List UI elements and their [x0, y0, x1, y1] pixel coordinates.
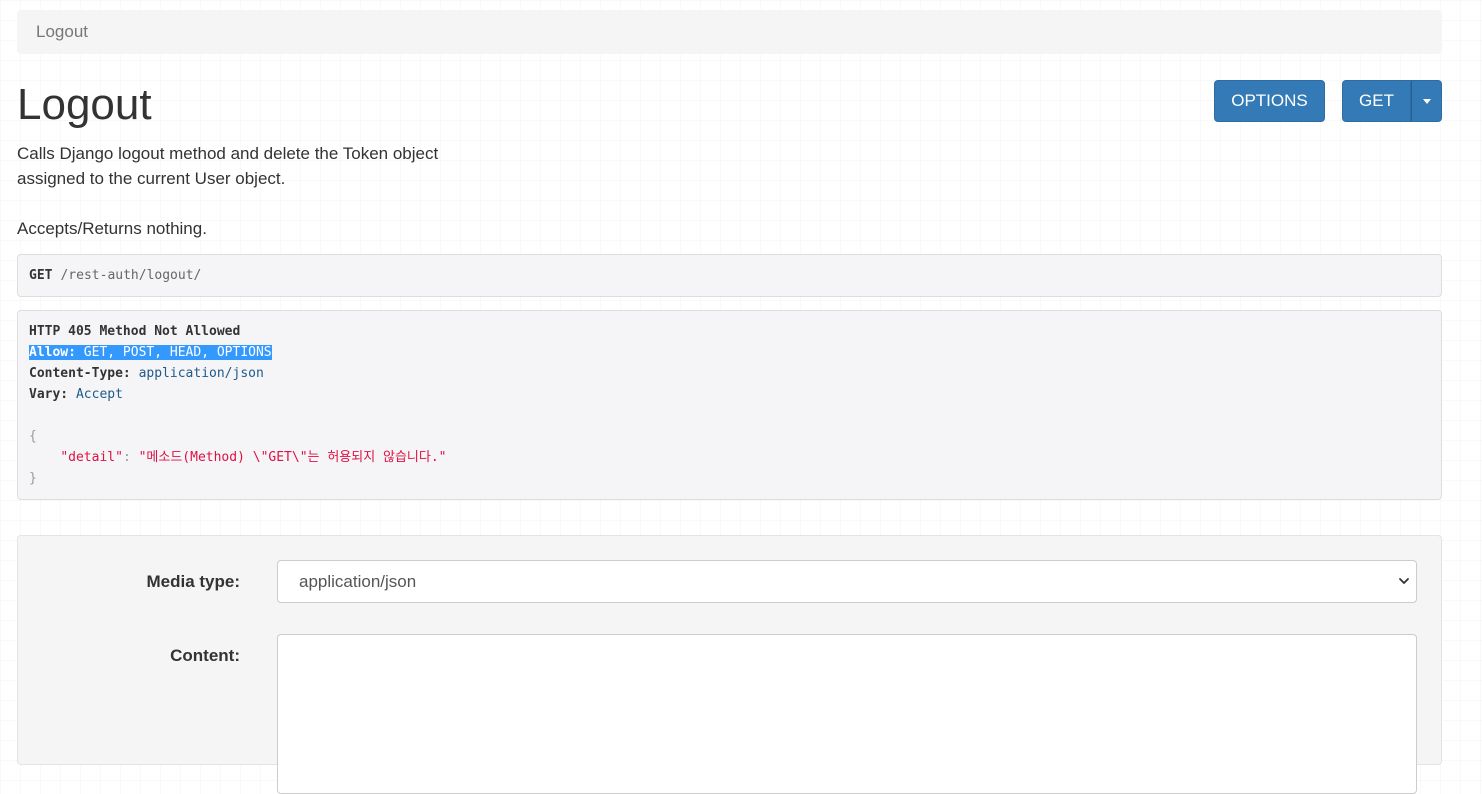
json-open-brace: {	[29, 429, 37, 444]
breadcrumb: Logout	[17, 10, 1442, 54]
request-form: Media type: application/json Content:	[17, 535, 1442, 794]
page-title: Logout	[17, 80, 152, 129]
get-format-dropdown-button[interactable]	[1411, 80, 1442, 122]
options-button[interactable]: OPTIONS	[1214, 80, 1325, 122]
header-name: Content-Type:	[29, 366, 131, 381]
chevron-down-icon	[1399, 578, 1409, 584]
response-info: HTTP 405 Method Not Allowed Allow: GET, …	[17, 310, 1442, 500]
content-label: Content:	[170, 646, 240, 665]
description-line: assigned to the current User object.	[17, 169, 286, 188]
json-colon: :	[122, 450, 131, 465]
breadcrumb-item-logout[interactable]: Logout	[36, 22, 88, 42]
json-value: "메소드(Method) \"GET\"는 허용되지 않습니다."	[138, 450, 447, 465]
header-value: Accept	[75, 387, 123, 402]
header-value: application/json	[138, 366, 264, 381]
request-path: /rest-auth/logout/	[60, 268, 202, 283]
description-line: Accepts/Returns nothing.	[17, 219, 207, 238]
request-method: GET	[29, 268, 53, 283]
json-close-brace: }	[29, 471, 37, 486]
response-header-allow: Allow: GET, POST, HEAD, OPTIONS	[29, 345, 272, 360]
media-type-selected-value: application/json	[299, 571, 417, 591]
json-key: "detail"	[60, 450, 123, 465]
header-name: Allow:	[29, 345, 76, 360]
get-button[interactable]: GET	[1342, 80, 1411, 122]
endpoint-description: Calls Django logout method and delete th…	[17, 141, 487, 241]
header-value: GET, POST, HEAD, OPTIONS	[83, 345, 272, 360]
media-type-select[interactable]: application/json	[277, 560, 1417, 603]
media-type-label: Media type:	[146, 572, 240, 591]
content-textarea[interactable]	[277, 634, 1417, 794]
header-name: Vary:	[29, 387, 69, 402]
caret-down-icon	[1422, 98, 1431, 104]
description-line: Calls Django logout method and delete th…	[17, 144, 439, 163]
get-button-group: GET	[1342, 80, 1442, 122]
request-info: GET /rest-auth/logout/	[17, 254, 1442, 297]
response-status: HTTP 405 Method Not Allowed	[29, 324, 241, 339]
